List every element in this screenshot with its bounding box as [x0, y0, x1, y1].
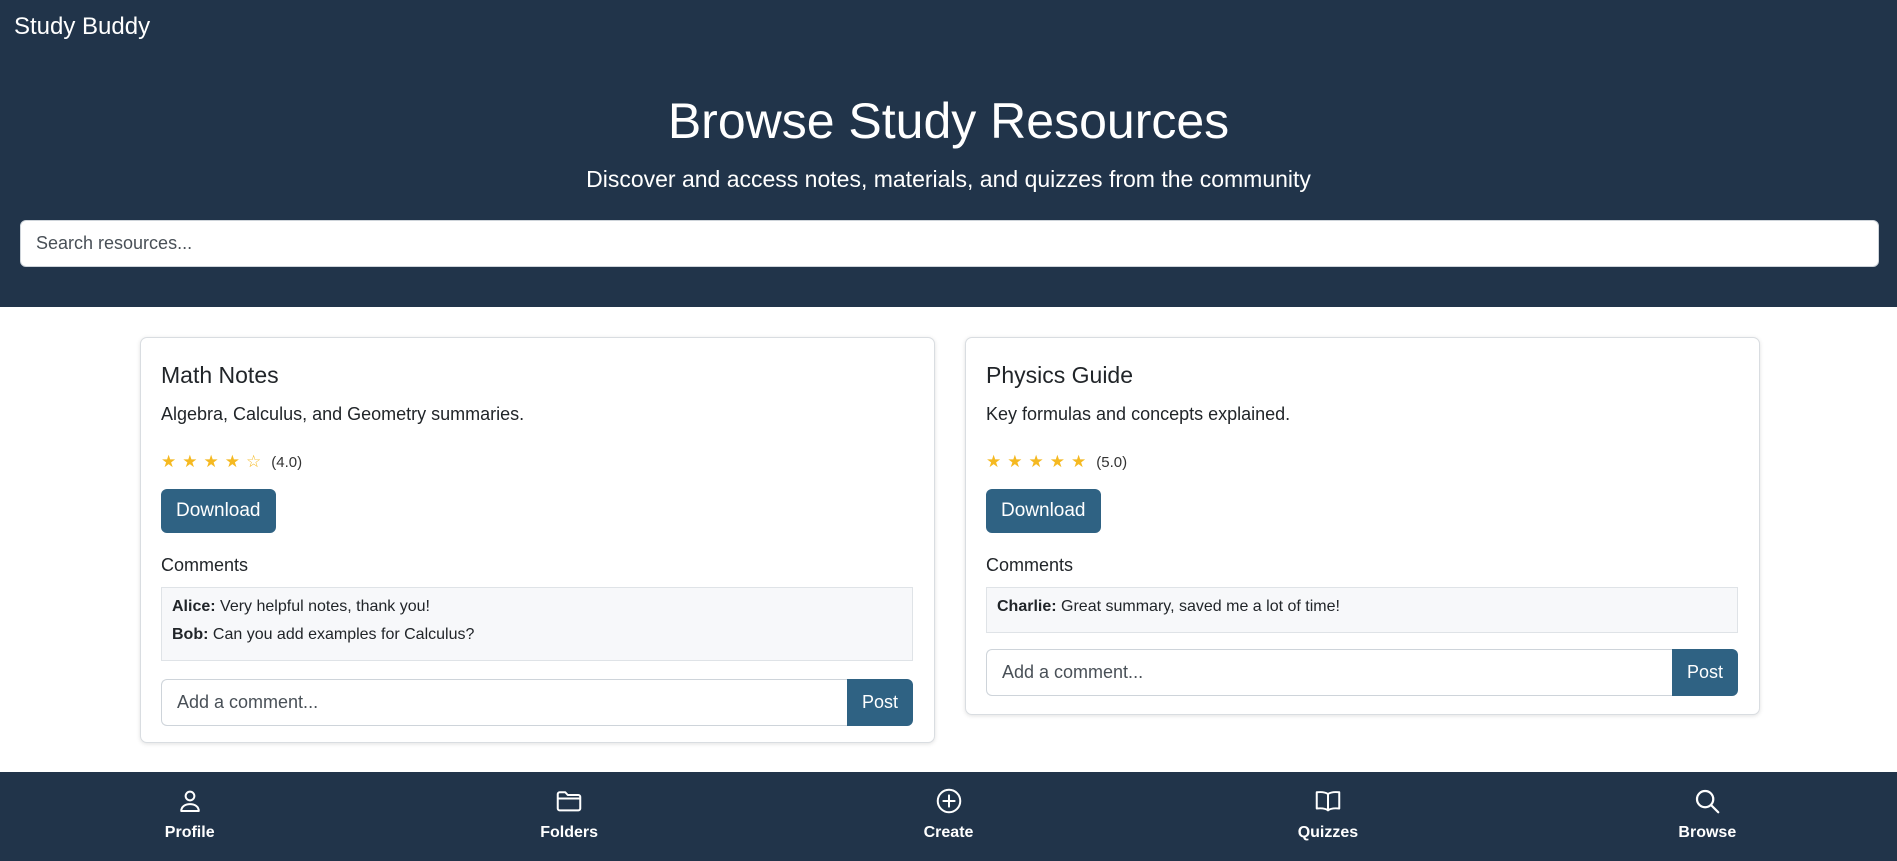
post-button[interactable]: Post — [1672, 649, 1738, 696]
resource-card: Math Notes Algebra, Calculus, and Geomet… — [140, 337, 935, 743]
rating-stars: ★ ★ ★ ★ ☆ — [161, 452, 267, 472]
nav-label: Quizzes — [1297, 824, 1359, 841]
book-icon — [1315, 791, 1341, 812]
resource-description: Key formulas and concepts explained. — [986, 404, 1291, 424]
nav-item-create[interactable]: Create — [759, 772, 1138, 861]
star-filled-icon: ★ — [224, 452, 240, 471]
comment-author: Bob: — [172, 626, 209, 643]
comments-heading: Comments — [161, 555, 249, 575]
nav-item-folders[interactable]: Folders — [379, 772, 758, 861]
star-filled-icon: ★ — [161, 452, 177, 471]
star-filled-icon: ★ — [182, 452, 198, 471]
resource-card: Physics Guide Key formulas and concepts … — [965, 337, 1760, 715]
star-rating: ★ ★ ★ ★ ☆ (4.0) — [161, 452, 302, 472]
person-icon — [179, 790, 200, 812]
comment-item: Charlie: Great summary, saved me a lot o… — [997, 598, 1727, 616]
resource-title: Math Notes — [161, 362, 279, 388]
star-filled-icon: ★ — [1071, 452, 1087, 471]
search-icon — [1696, 789, 1720, 814]
comment-author: Charlie: — [997, 598, 1057, 615]
rating-value: (5.0) — [1096, 453, 1128, 471]
nav-label: Create — [923, 824, 974, 841]
nav-item-browse[interactable]: Browse — [1518, 772, 1897, 861]
search-input[interactable] — [20, 220, 1879, 267]
folder-icon — [556, 791, 582, 812]
star-filled-icon: ★ — [203, 452, 219, 471]
comments-list: Alice: Very helpful notes, thank you! Bo… — [161, 587, 913, 661]
comment-text: Very helpful notes, thank you! — [220, 598, 430, 615]
star-filled-icon: ★ — [1007, 452, 1023, 471]
nav-label: Browse — [1678, 824, 1737, 841]
brand-logo[interactable]: Study Buddy — [14, 13, 150, 41]
comment-input[interactable] — [161, 679, 847, 726]
comment-author: Alice: — [172, 598, 216, 615]
header: Study Buddy Browse Study Resources Disco… — [0, 0, 1897, 307]
rating-value: (4.0) — [271, 453, 303, 471]
star-filled-icon: ★ — [1049, 452, 1065, 471]
resource-description: Algebra, Calculus, and Geometry summarie… — [161, 404, 525, 424]
page-subtitle: Discover and access notes, materials, an… — [586, 166, 1311, 192]
resource-title: Physics Guide — [986, 362, 1134, 388]
download-button[interactable]: Download — [986, 489, 1101, 533]
comments-list: Charlie: Great summary, saved me a lot o… — [986, 587, 1738, 633]
download-button[interactable]: Download — [161, 489, 276, 533]
comment-item: Bob: Can you add examples for Calculus? — [172, 626, 902, 644]
rating-stars: ★ ★ ★ ★ ★ — [986, 452, 1092, 472]
bottom-nav: Profile Folders Create Quizzes Browse — [0, 772, 1897, 861]
nav-item-profile[interactable]: Profile — [0, 772, 379, 861]
page-title: Browse Study Resources — [667, 93, 1230, 149]
star-filled-icon: ★ — [986, 452, 1002, 471]
comment-input[interactable] — [986, 649, 1672, 696]
comment-form: Post — [161, 679, 913, 726]
comment-text: Can you add examples for Calculus? — [212, 626, 475, 643]
nav-label: Folders — [540, 824, 598, 841]
comments-heading: Comments — [986, 555, 1074, 575]
star-empty-icon: ☆ — [246, 452, 262, 471]
post-button[interactable]: Post — [847, 679, 913, 726]
nav-item-quizzes[interactable]: Quizzes — [1138, 772, 1517, 861]
star-rating: ★ ★ ★ ★ ★ (5.0) — [986, 452, 1127, 472]
star-filled-icon: ★ — [1028, 452, 1044, 471]
comment-item: Alice: Very helpful notes, thank you! — [172, 598, 902, 616]
plus-circle-icon — [936, 788, 961, 814]
comment-form: Post — [986, 649, 1738, 696]
comment-text: Great summary, saved me a lot of time! — [1061, 598, 1340, 615]
nav-label: Profile — [164, 824, 215, 841]
